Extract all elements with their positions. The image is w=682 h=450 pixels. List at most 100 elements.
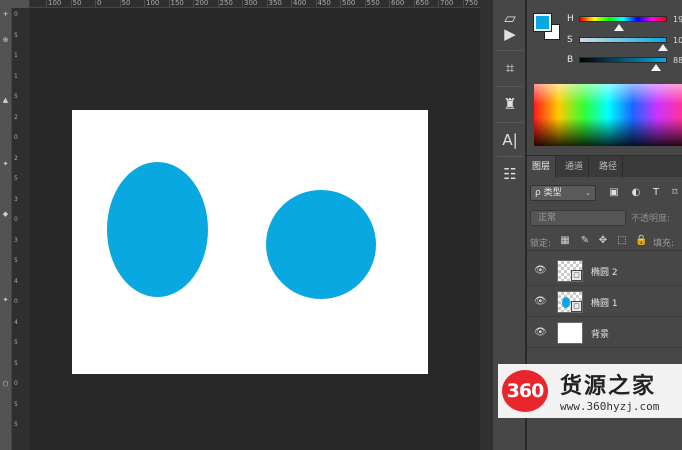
move-tool-icon[interactable]: + <box>1 10 10 18</box>
ruler-tick-label: 5 <box>14 421 18 428</box>
brightness-slider[interactable] <box>579 57 667 63</box>
adjustment-filter-icon[interactable]: ◐ <box>629 186 643 200</box>
layer-row[interactable]: 👁 背景 <box>527 318 682 348</box>
shape-filter-icon[interactable]: ⌑ <box>668 186 682 200</box>
lock-position-icon[interactable]: ✥ <box>597 235 609 247</box>
visibility-eye-icon[interactable]: 👁 <box>534 327 547 339</box>
ruler-tick-label: 0 <box>14 11 18 18</box>
tab-channels[interactable]: 通道 <box>560 156 590 178</box>
visibility-eye-icon[interactable]: 👁 <box>534 265 547 277</box>
ruler-tick-label: 0 <box>14 216 18 223</box>
ruler-tick-line <box>364 0 366 7</box>
ruler-tick-label: 1 <box>14 52 18 59</box>
ruler-tick-label: 5 <box>14 31 18 39</box>
vertical-ruler: 0 5 1 1 5 2 0 2 5 3 0 3 5 4 0 4 5 5 0 5 5 <box>11 8 30 450</box>
ruler-tick-label: 0 <box>14 298 18 305</box>
play-icon[interactable]: ▶ <box>498 22 522 46</box>
stamp-icon[interactable]: ♜ <box>498 92 522 116</box>
layer-row[interactable]: 👁 ▢ 椭圆 2 <box>527 256 682 286</box>
ruler-tick-label: 100 <box>48 0 62 7</box>
document-canvas[interactable] <box>72 110 428 374</box>
hand-tool-icon[interactable]: ⬡ <box>1 380 10 388</box>
crop-icon[interactable]: ⌗ <box>498 56 522 80</box>
watermark: 360 货源之家 www.360hyzj.com <box>498 364 682 418</box>
ruler-tick-line <box>168 0 170 7</box>
select-tool-icon[interactable]: ✦ <box>1 296 10 304</box>
ruler-tick-label: 100 <box>146 0 160 7</box>
watermark-title: 货源之家 <box>560 374 657 399</box>
visibility-eye-icon[interactable]: 👁 <box>534 296 547 308</box>
hue-slider[interactable] <box>579 16 667 22</box>
ruler-tick-label: 350 <box>268 0 282 7</box>
ruler-tick-label: 5 <box>14 257 18 264</box>
saturation-value[interactable]: 10 <box>673 36 682 45</box>
ruler-tick-line <box>340 0 341 7</box>
ruler-tick-label: 50 <box>72 0 82 7</box>
ellipse-2-shape[interactable] <box>266 190 376 299</box>
ruler-tick-line <box>144 0 145 7</box>
ruler-tick-line <box>389 0 390 7</box>
text-tool-icon[interactable]: A| <box>498 128 522 152</box>
type-filter-icon[interactable]: T <box>649 186 663 200</box>
layer-name[interactable]: 椭圆 2 <box>591 265 618 278</box>
ruler-tick-line <box>95 0 96 7</box>
ruler-tick-label: 150 <box>170 0 184 7</box>
ruler-tick-label: 5 <box>14 400 18 408</box>
ellipse-1-shape[interactable] <box>107 162 208 297</box>
saturation-slider-thumb[interactable] <box>658 44 669 51</box>
ruler-tick-label: 50 <box>121 0 131 7</box>
layer-name[interactable]: 背景 <box>591 327 609 340</box>
ruler-tick-line <box>266 0 268 7</box>
ruler-tick-label: 1 <box>14 72 18 80</box>
hue-slider-thumb[interactable] <box>613 24 624 31</box>
canvas-scroll-track[interactable] <box>480 0 492 450</box>
ruler-tick-label: 550 <box>366 0 380 7</box>
ruler-tick-label: 2 <box>14 113 18 121</box>
horizontal-ruler: 100 50 0 50 100 150 200 250 300 350 400 450 500 550 60… <box>30 0 480 8</box>
ruler-tick-label: 5 <box>14 339 18 346</box>
ruler-tick-line <box>291 0 292 7</box>
ruler-tick-label: 650 <box>415 0 429 7</box>
pen-tool-icon[interactable]: ◆ <box>1 210 10 218</box>
layer-name[interactable]: 椭圆 1 <box>591 296 618 309</box>
ruler-tick-line <box>193 0 194 7</box>
zoom-tool-icon[interactable]: ⊕ <box>1 36 10 44</box>
layer-thumbnail <box>557 322 583 344</box>
shape-tool-icon[interactable]: ▲ <box>1 96 10 104</box>
watermark-url: www.360hyzj.com <box>560 400 660 413</box>
ruler-tick-label: 5 <box>14 175 18 182</box>
layer-kind-filter[interactable]: ρ 类型 ⌄ <box>530 185 596 201</box>
saturation-slider[interactable] <box>579 37 667 43</box>
lock-all-icon[interactable]: 🔒 <box>635 235 647 247</box>
color-spectrum-highlight <box>534 84 682 104</box>
ruler-tick-label: 450 <box>317 0 331 7</box>
pixel-filter-icon[interactable]: ▣ <box>607 186 621 200</box>
layer-kind-filter-label: ρ 类型 <box>535 188 562 198</box>
brightness-value[interactable]: 88 <box>673 56 682 65</box>
brightness-slider-thumb[interactable] <box>651 64 662 71</box>
lock-artboard-icon[interactable]: ⬚ <box>616 235 628 247</box>
ruler-tick-label: 250 <box>219 0 233 7</box>
shape-layer-badge-icon: ▢ <box>571 301 582 312</box>
ruler-tick-label: 300 <box>244 0 258 7</box>
tab-layers[interactable]: 图层 <box>527 156 557 178</box>
hue-value[interactable]: 19 <box>673 15 682 24</box>
tab-paths[interactable]: 路径 <box>594 156 624 178</box>
ruler-tick-label: 750 <box>464 0 478 7</box>
ruler-tick-line <box>438 0 439 7</box>
shape-layer-badge-icon: ▢ <box>571 270 582 281</box>
ruler-tick-line <box>70 0 72 7</box>
properties-icon[interactable]: ☷ <box>498 162 522 186</box>
ruler-tick-line <box>315 0 317 7</box>
hue-label: H <box>567 14 574 24</box>
layer-row[interactable]: 👁 ▢ 椭圆 1 <box>527 287 682 317</box>
ruler-tick-line <box>119 0 121 7</box>
tool-separator <box>497 156 523 157</box>
lock-transparent-icon[interactable]: ▦ <box>559 235 571 247</box>
blend-mode-select[interactable]: 正常 <box>530 210 626 226</box>
lock-pixels-icon[interactable]: ✎ <box>579 235 591 247</box>
tool-separator <box>497 86 523 87</box>
foreground-color-swatch[interactable] <box>533 13 552 32</box>
ruler-tick-line <box>413 0 415 7</box>
brush-tool-icon[interactable]: ✦ <box>1 160 10 168</box>
